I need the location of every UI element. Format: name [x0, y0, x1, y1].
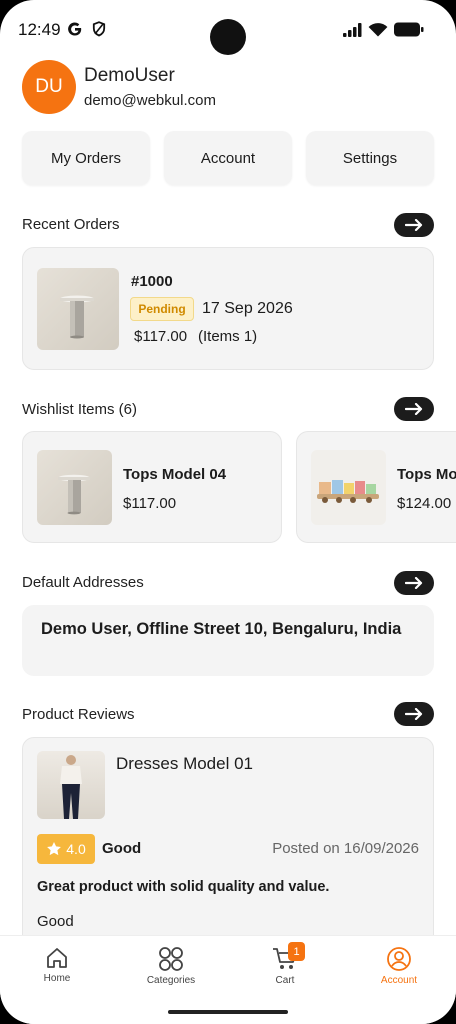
order-total: $117.00	[134, 328, 188, 345]
recent-orders-view-all-button[interactable]	[394, 213, 434, 237]
my-orders-button[interactable]: My Orders	[22, 131, 150, 185]
camera-cutout	[210, 19, 246, 55]
user-email: demo@webkul.com	[84, 92, 216, 109]
cart-count-badge: 1	[288, 942, 305, 961]
recent-orders-title: Recent Orders	[22, 216, 120, 233]
review-headline: Great product with solid quality and val…	[37, 879, 330, 895]
order-items-count: (Items 1)	[198, 328, 258, 345]
nav-account-label: Account	[380, 975, 418, 986]
home-indicator	[168, 1010, 288, 1014]
address-card[interactable]: Demo User, Offline Street 10, Bengaluru,…	[22, 605, 434, 676]
nav-home-label: Home	[43, 973, 71, 984]
wishlist-item-image	[37, 450, 112, 525]
addresses-view-all-button[interactable]	[394, 571, 434, 595]
shield-icon	[92, 21, 106, 37]
star-icon	[47, 842, 62, 856]
wifi-icon	[368, 23, 388, 37]
status-time: 12:49	[18, 20, 61, 39]
review-product-image	[37, 751, 105, 819]
account-button[interactable]: Account	[164, 131, 292, 185]
wishlist-title: Wishlist Items (6)	[22, 401, 138, 418]
toy-train-image	[317, 480, 379, 503]
order-date: 17 Sep 2026	[202, 300, 293, 317]
wishlist-item-price: $124.00	[397, 495, 452, 512]
order-status-badge: Pending	[130, 297, 194, 321]
wishlist-item-card[interactable]: Tops Model 04 $117.00	[22, 431, 282, 543]
arrow-right-icon	[405, 708, 423, 720]
battery-icon	[394, 22, 424, 37]
categories-icon	[159, 947, 183, 971]
wishlist-item-card[interactable]: Tops Mo $124.00	[296, 431, 456, 543]
review-body: Good	[37, 913, 74, 930]
nav-cart-label: Cart	[275, 975, 295, 986]
settings-button[interactable]: Settings	[306, 131, 434, 185]
avatar[interactable]: DU	[22, 60, 76, 114]
rating-badge: 4.0	[37, 834, 95, 864]
model-dress-image	[60, 755, 82, 819]
nav-cart[interactable]: Cart 1	[245, 942, 325, 986]
wishlist-view-all-button[interactable]	[394, 397, 434, 421]
arrow-right-icon	[405, 577, 423, 589]
nav-home[interactable]: Home	[17, 946, 97, 984]
app-screen: 12:49 DU DemoUser demo@webkul.com My Ord…	[0, 0, 456, 1024]
signal-icon	[343, 23, 362, 37]
order-product-image	[37, 268, 119, 350]
side-table-image	[58, 474, 90, 515]
account-icon	[387, 947, 411, 971]
rating-label: Good	[102, 840, 142, 857]
side-table-image	[60, 295, 94, 339]
review-product-name: Dresses Model 01	[116, 754, 254, 773]
review-card[interactable]: Dresses Model 01 4.0 Good Posted on 16/0…	[22, 737, 434, 957]
wishlist-item-price: $117.00	[123, 495, 177, 512]
wishlist-item-image	[311, 450, 386, 525]
google-icon	[68, 22, 82, 36]
reviews-view-all-button[interactable]	[394, 702, 434, 726]
rating-value: 4.0	[66, 841, 86, 857]
home-icon	[47, 948, 67, 968]
order-id: #1000	[131, 273, 173, 290]
wishlist-item-name: Tops Model 04	[123, 466, 227, 483]
addresses-title: Default Addresses	[22, 574, 144, 591]
nav-categories-label: Categories	[146, 975, 196, 986]
arrow-right-icon	[405, 219, 423, 231]
nav-account[interactable]: Account	[359, 946, 439, 986]
wishlist-item-name: Tops Mo	[397, 466, 456, 483]
profile-header: DU DemoUser demo@webkul.com	[22, 60, 216, 114]
default-address: Demo User, Offline Street 10, Bengaluru,…	[41, 620, 402, 638]
review-date: Posted on 16/09/2026	[272, 840, 419, 857]
status-bar: 12:49	[0, 0, 456, 58]
order-card[interactable]: #1000 Pending 17 Sep 2026 $117.00 (Items…	[22, 247, 434, 370]
reviews-title: Product Reviews	[22, 706, 135, 723]
arrow-right-icon	[405, 403, 423, 415]
user-name: DemoUser	[84, 65, 175, 86]
nav-categories[interactable]: Categories	[131, 946, 211, 986]
